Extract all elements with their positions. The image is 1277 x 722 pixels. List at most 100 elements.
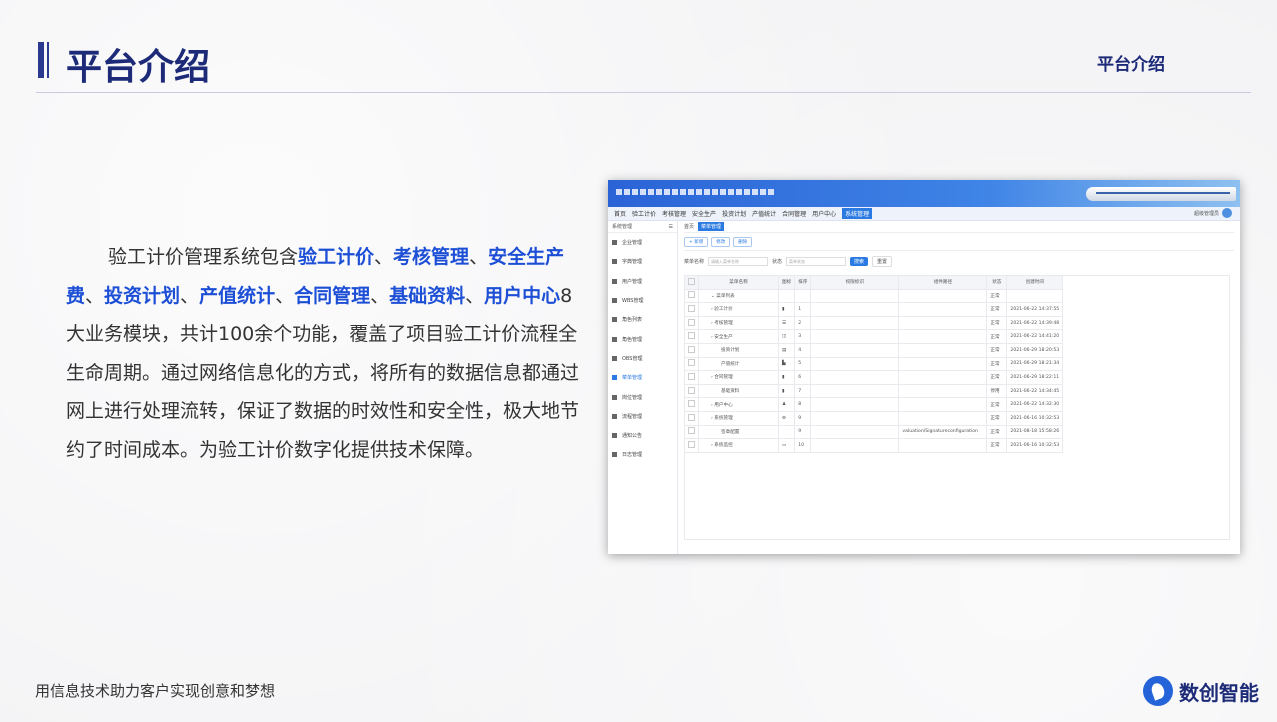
sidebar-item: 角色列表 bbox=[608, 310, 677, 329]
description-text: 、 bbox=[275, 284, 295, 307]
sidebar-item-label: 角色列表 bbox=[622, 317, 643, 324]
toolbar-button: 删除 bbox=[733, 236, 753, 247]
select-all-checkbox bbox=[684, 275, 699, 290]
banner-block bbox=[640, 189, 646, 195]
sidebar-item: 岗位管理 bbox=[608, 387, 677, 406]
screenshot-top-nav: 首页 验工计价 考核管理 安全生产 投资计划 产值统计 合同管理 用户中心 系统管理 超级管理员 bbox=[608, 207, 1240, 221]
banner-block bbox=[632, 189, 638, 195]
table-row: › 系统管理 ⚙ 9 正常 2021-06-16 10:32:53 bbox=[684, 410, 1064, 426]
description-text: 、 bbox=[370, 284, 390, 307]
row-checkbox bbox=[684, 438, 699, 453]
sidebar-item: WBS管理 bbox=[608, 291, 677, 310]
cell-perm bbox=[810, 424, 900, 440]
cell-status: 正常 bbox=[986, 356, 1008, 372]
sidebar-item: 日志管理 bbox=[608, 445, 677, 464]
cell-time: 2021-06-29 18:20:53 bbox=[1006, 342, 1064, 358]
cell-icon: ♟ bbox=[777, 397, 796, 412]
row-checkbox bbox=[684, 370, 699, 385]
sidebar-item-label: 通知公告 bbox=[622, 433, 643, 440]
row-checkbox bbox=[684, 424, 699, 440]
screenshot-main: 首页 菜单管理 + 新增 修改 删除 菜单名称 请输入菜单名称 状态 菜单状态 搜索 … bbox=[678, 221, 1240, 554]
sidebar-item-icon bbox=[612, 413, 617, 419]
avatar bbox=[1222, 208, 1232, 218]
nav-item: 合同管理 bbox=[782, 211, 807, 218]
cell-icon: ◫ bbox=[777, 329, 796, 344]
sidebar-item-icon bbox=[612, 336, 617, 342]
banner-block bbox=[616, 189, 622, 195]
cell-path bbox=[898, 356, 988, 372]
sidebar-item: 企业管理 bbox=[608, 233, 677, 252]
cell-order: 5 bbox=[794, 356, 812, 372]
sidebar-item-label: 字典管理 bbox=[622, 259, 643, 266]
column-header: 排序 bbox=[794, 275, 812, 290]
sidebar-item-icon bbox=[612, 278, 617, 284]
row-checkbox bbox=[684, 329, 699, 344]
cell-perm bbox=[810, 302, 900, 317]
filter-status-select: 菜单状态 bbox=[786, 256, 847, 266]
banner-block bbox=[696, 189, 702, 195]
sidebar-item-label: OBS管理 bbox=[622, 355, 643, 362]
toolbar-button: + 新增 bbox=[684, 236, 709, 247]
description-text: 、 bbox=[85, 284, 105, 307]
description-highlight: 考核管理 bbox=[393, 246, 470, 268]
banner-block bbox=[760, 189, 766, 195]
page-title: 平台介绍 bbox=[66, 47, 211, 88]
cell-perm bbox=[810, 383, 900, 399]
cell-order: 6 bbox=[794, 370, 812, 385]
cell-status: 正常 bbox=[986, 438, 1008, 453]
row-checkbox bbox=[684, 315, 699, 331]
banner-block bbox=[752, 189, 758, 195]
cell-time: 2021-06-22 14:41:20 bbox=[1006, 329, 1064, 344]
description-highlight: 验工计价 bbox=[298, 246, 375, 268]
cell-time: 2021-06-22 14:37:55 bbox=[1006, 302, 1064, 317]
description-highlight: 基础资料 bbox=[389, 284, 466, 307]
sidebar-item-label: 岗位管理 bbox=[622, 394, 643, 401]
sidebar-item-label: 菜单管理 bbox=[622, 375, 643, 382]
cell-icon bbox=[777, 288, 796, 304]
cell-icon: ▮ bbox=[777, 302, 796, 317]
row-checkbox bbox=[684, 410, 699, 426]
nav-item: 验工计价 bbox=[632, 211, 657, 218]
cell-name: › 验工计价 bbox=[698, 302, 779, 317]
cell-status: 正常 bbox=[986, 315, 1008, 331]
banner-block bbox=[648, 189, 654, 195]
cell-name: 基础资料 bbox=[698, 383, 779, 399]
reset-button: 重置 bbox=[872, 255, 893, 267]
sidebar-item: 通知公告 bbox=[608, 426, 677, 445]
cell-perm bbox=[810, 370, 900, 385]
column-header: 创建时间 bbox=[1006, 275, 1064, 290]
cell-path bbox=[898, 438, 988, 453]
column-header: 图标 bbox=[777, 275, 796, 290]
cell-perm bbox=[810, 397, 900, 412]
cell-time: 2021-06-16 10:32:53 bbox=[1006, 438, 1064, 453]
description-text: 、 bbox=[180, 284, 200, 307]
table-row: › 考核管理 ☰ 2 正常 2021-06-22 14:39:48 bbox=[684, 315, 1064, 331]
cell-name: 投资计划 bbox=[698, 342, 779, 358]
cell-perm bbox=[810, 356, 900, 372]
column-header: 状态 bbox=[986, 275, 1008, 290]
cell-icon: ▤ bbox=[777, 342, 796, 358]
cell-status: 正常 bbox=[986, 410, 1008, 426]
cell-icon: ☰ bbox=[777, 315, 796, 331]
cell-order bbox=[794, 288, 812, 304]
sidebar-item-icon bbox=[612, 394, 617, 400]
banner-block bbox=[672, 189, 678, 195]
sidebar-item-icon bbox=[612, 240, 617, 246]
column-header: 菜单名称 bbox=[698, 275, 779, 290]
table-row: 产值统计 ▙ 5 正常 2021-06-29 18:21:34 bbox=[684, 356, 1064, 372]
search-button: 搜索 bbox=[850, 256, 869, 266]
banner-block bbox=[728, 189, 734, 195]
cell-order: 1 bbox=[794, 302, 812, 317]
column-header: 组件路径 bbox=[898, 275, 988, 290]
row-checkbox bbox=[684, 383, 699, 399]
sidebar-item-label: 流程管理 bbox=[622, 413, 643, 420]
description-highlight: 投资计划 bbox=[104, 284, 181, 307]
cell-order: 3 bbox=[794, 329, 812, 344]
toolbar-button: 修改 bbox=[711, 236, 731, 247]
sidebar-title: 系统管理 bbox=[612, 224, 633, 230]
table-row: › 系统监控 ▭ 10 正常 2021-06-16 10:32:53 bbox=[684, 438, 1064, 453]
cell-name: › 合同管理 bbox=[698, 370, 779, 385]
column-header: 权限标识 bbox=[810, 275, 900, 290]
cell-path bbox=[898, 288, 988, 304]
nav-item: 产值统计 bbox=[752, 211, 777, 218]
